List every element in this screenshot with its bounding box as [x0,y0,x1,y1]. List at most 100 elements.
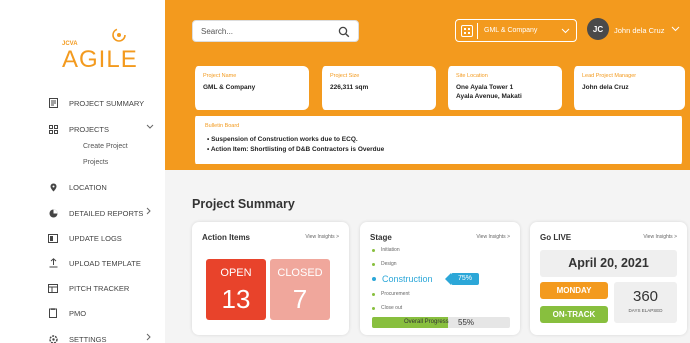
progress-label: Overall Progress [404,319,449,325]
chevron-down-icon [561,25,570,36]
sidebar-item-label: PROJECT SUMMARY [69,98,145,108]
sidebar-subitem-create-project[interactable]: Create Project [83,143,128,150]
sidebar-item-upload-template[interactable]: UPLOAD TEMPLATE [48,258,141,268]
info-card-label: Lead Project Manager [582,73,637,79]
bulletin-board: Bulletin Board • Suspension of Construct… [192,116,685,164]
chevron-right-icon[interactable] [146,207,152,215]
open-count: 13 [221,284,251,314]
closed-count: 7 [292,284,308,314]
tracker-icon [48,283,58,293]
info-card-value: 226,311 sqm [330,84,369,91]
app-logo[interactable]: JCVA AGILE [48,24,148,74]
stage-label: Design [381,261,397,267]
info-card-label: Project Size [330,73,360,79]
sidebar-item-update-logs[interactable]: UPDATE LOGS [48,233,122,243]
info-card-label: Project Name [203,73,237,79]
stage-label: Initiation [381,247,400,253]
progress-value: 55% [458,318,475,327]
report-icon [48,208,58,218]
stage-item-active: Construction [372,274,433,284]
card-title: Action Items [202,233,251,242]
closed-label: CLOSED [277,267,323,279]
chevron-down-icon[interactable] [146,124,154,130]
sidebar-item-location[interactable]: LOCATION [48,182,107,192]
open-items-box[interactable]: OPEN 13 [206,259,266,320]
page-title: Project Summary [192,197,295,211]
gear-icon [48,334,58,343]
sidebar: JCVA AGILE PROJECT SUMMARY PROJECTS Crea… [0,0,165,343]
chevron-down-icon[interactable] [671,23,680,34]
sidebar-item-label: PMO [69,308,87,318]
sidebar-item-label: UPDATE LOGS [69,233,122,243]
info-card-value: GML & Company [203,84,256,91]
clipboard-icon [48,308,58,318]
days-elapsed-label: DAYS ELAPSED [628,308,663,313]
status-badge: ON-TRACK [540,306,608,323]
sidebar-item-pmo[interactable]: PMO [48,308,86,318]
info-card-project-name: Project Name GML & Company [192,66,309,110]
sidebar-item-label: LOCATION [69,182,107,192]
sidebar-item-pitch-tracker[interactable]: PITCH TRACKER [48,283,129,293]
overall-progress-bar: Overall Progress 55% [372,317,510,328]
closed-items-box[interactable]: CLOSED 7 [270,259,330,320]
card-title: Stage [370,233,392,242]
view-insights-link[interactable]: View Insights > [305,234,339,240]
view-insights-link[interactable]: View Insights > [476,234,510,240]
logo-text: AGILE [62,46,138,73]
stage-item: Initiation [372,247,400,253]
location-pin-icon [48,182,58,192]
search-icon[interactable] [338,25,350,43]
building-icon [461,25,473,37]
stage-label: Close out [381,305,403,311]
sidebar-item-label: PITCH TRACKER [69,283,130,293]
action-items-card: Action Items View Insights > OPEN 13 CLO… [192,222,349,335]
grid-icon [48,124,58,134]
info-card-value: One Ayala Tower 1 Ayala Avenue, Makati [456,84,522,100]
log-icon [48,233,58,243]
sidebar-item-label: UPLOAD TEMPLATE [69,258,141,268]
sidebar-item-project-summary[interactable]: PROJECT SUMMARY [48,98,144,108]
stage-percent-badge: 75% [445,273,479,285]
bulletin-line: • Suspension of Construction works due t… [207,136,358,143]
days-elapsed-count: 360 [632,288,659,305]
info-card-site-location: Site Location One Ayala Tower 1 Ayala Av… [445,66,562,110]
stage-dot [372,262,375,266]
go-live-card: Go LIVE View Insights > April 20, 2021 M… [530,222,687,335]
stage-item: Close out [372,305,402,311]
company-select[interactable]: GML & Company [455,19,577,42]
search-input[interactable]: Search... [192,20,359,42]
upload-icon [48,258,58,268]
bulletin-label: Bulletin Board [205,123,240,129]
document-icon [48,98,58,108]
stage-dot [372,277,376,281]
stage-dot [372,292,375,296]
sidebar-item-label: SETTINGS [69,334,107,343]
stage-item: Design [372,261,397,267]
sidebar-subitem-projects[interactable]: Projects [83,159,108,166]
sidebar-item-label: PROJECTS [69,124,110,134]
company-select-value: GML & Company [484,27,538,34]
divider [477,23,478,39]
go-live-date: April 20, 2021 [540,250,677,277]
info-card-project-size: Project Size 226,311 sqm [319,66,436,110]
logo-mark-icon [112,28,126,42]
card-title: Go LIVE [540,233,572,242]
info-card-lead-pm: Lead Project Manager John dela Cruz [571,66,685,110]
days-elapsed-box: 360 DAYS ELAPSED [614,282,677,323]
open-label: OPEN [220,267,252,279]
sidebar-item-label: DETAILED REPORTS [69,208,144,218]
chevron-right-icon[interactable] [146,333,152,341]
info-card-value: John dela Cruz [582,84,629,91]
avatar[interactable]: JC [587,18,609,40]
main-content: Search... GML & Company JC John dela Cru… [165,0,690,343]
sidebar-item-detailed-reports[interactable]: DETAILED REPORTS [48,208,143,218]
sidebar-item-settings[interactable]: SETTINGS [48,334,107,343]
view-insights-link[interactable]: View Insights > [643,234,677,240]
username[interactable]: John dela Cruz [614,26,664,35]
stage-card: Stage View Insights > Initiation Design … [360,222,520,335]
day-badge: MONDAY [540,282,608,299]
stage-label: Construction [382,274,433,284]
sidebar-item-projects[interactable]: PROJECTS [48,124,109,134]
stage-dot [372,248,375,252]
stage-item: Procurement [372,291,410,297]
